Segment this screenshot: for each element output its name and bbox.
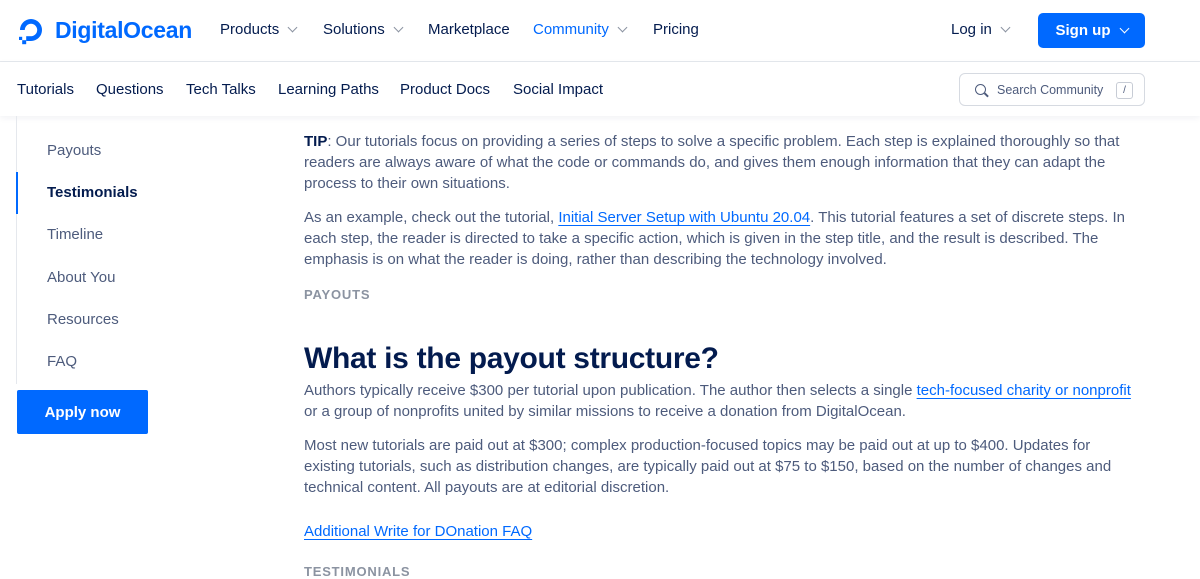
subnav-tutorials[interactable]: Tutorials (17, 81, 74, 98)
chevron-down-icon (393, 22, 404, 33)
apply-now-button[interactable]: Apply now (17, 390, 148, 434)
subnav-product-docs[interactable]: Product Docs (400, 81, 490, 98)
top-navigation: DigitalOcean Products Solutions Marketpl… (0, 0, 1200, 62)
donation-faq-link[interactable]: Additional Write for DOnation FAQ (304, 523, 532, 540)
chevron-down-icon (1119, 23, 1129, 34)
main-content: TIP: Our tutorials focus on providing a … (304, 131, 1144, 579)
chevron-down-icon (617, 22, 628, 33)
sidebar-item-about-you[interactable]: About You (47, 269, 115, 286)
tip-paragraph: TIP: Our tutorials focus on providing a … (304, 133, 1120, 192)
sidebar-item-resources[interactable]: Resources (47, 311, 119, 328)
search-placeholder: Search Community (997, 83, 1104, 97)
payout-paragraph-2: Most new tutorials are paid out at $300;… (304, 437, 1112, 496)
charity-link[interactable]: tech-focused charity or nonprofit (917, 382, 1131, 399)
search-icon (975, 84, 986, 95)
brand-name: DigitalOcean (55, 16, 192, 43)
keyboard-shortcut-badge: / (1116, 82, 1133, 99)
subnav-tech-talks[interactable]: Tech Talks (186, 81, 256, 98)
section-sidebar: Payouts Testimonials Timeline About You … (16, 116, 156, 384)
chevron-down-icon (287, 22, 298, 33)
chevron-down-icon (1000, 22, 1011, 33)
nav-pricing[interactable]: Pricing (653, 21, 699, 38)
tip-label: TIP (304, 133, 328, 150)
community-subnav: Tutorials Questions Tech Talks Learning … (0, 62, 1200, 116)
nav-solutions[interactable]: Solutions (323, 21, 404, 38)
digitalocean-logo-icon (19, 19, 42, 45)
nav-community[interactable]: Community (533, 21, 628, 38)
active-indicator (16, 172, 18, 214)
sidebar-item-timeline[interactable]: Timeline (47, 226, 103, 243)
payouts-eyebrow: PAYOUTS (304, 287, 371, 302)
login-button[interactable]: Log in (951, 21, 1011, 38)
initial-server-setup-link[interactable]: Initial Server Setup with Ubuntu 20.04 (558, 209, 810, 226)
example-paragraph: As an example, check out the tutorial, I… (304, 209, 1126, 268)
testimonials-eyebrow: TESTIMONIALS (304, 564, 411, 579)
subnav-learning-paths[interactable]: Learning Paths (278, 81, 379, 98)
sidebar-item-faq[interactable]: FAQ (47, 353, 77, 370)
subnav-social-impact[interactable]: Social Impact (513, 81, 603, 98)
payout-heading: What is the payout structure? (304, 342, 719, 375)
sidebar-item-payouts[interactable]: Payouts (47, 142, 101, 159)
nav-products[interactable]: Products (220, 21, 298, 38)
payout-paragraph-1: Authors typically receive $300 per tutor… (304, 382, 1131, 420)
sidebar-item-testimonials[interactable]: Testimonials (47, 184, 138, 201)
search-community-input[interactable]: Search Community / (959, 73, 1145, 106)
signup-button[interactable]: Sign up (1038, 13, 1145, 48)
nav-marketplace[interactable]: Marketplace (428, 21, 510, 38)
subnav-questions[interactable]: Questions (96, 81, 164, 98)
brand-logo[interactable]: DigitalOcean (16, 15, 192, 45)
